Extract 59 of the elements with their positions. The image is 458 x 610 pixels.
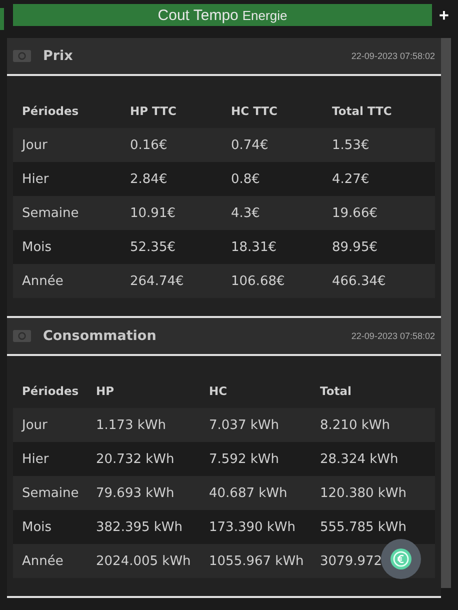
table-cell-text: 52.35€ bbox=[129, 240, 176, 254]
table-cell-text: 120.380 kWh bbox=[319, 486, 407, 500]
subtitle-text: Energie bbox=[242, 8, 288, 22]
table-cell-text: 2024.005 kWh bbox=[95, 554, 192, 568]
table-cell-text: Hier bbox=[21, 452, 50, 466]
column-header: HC TTC bbox=[230, 104, 278, 118]
table-cell-text: 10.91€ bbox=[129, 206, 176, 220]
table-cell-text: Semaine bbox=[21, 206, 80, 220]
table-cell-text: 1055.967 kWh bbox=[208, 554, 305, 568]
euro-icon bbox=[390, 548, 412, 570]
table-cell-text: 19.66€ bbox=[331, 206, 378, 220]
table-cell-text: 89.95€ bbox=[331, 240, 378, 254]
table-cell-text: 8.210 kWh bbox=[319, 418, 390, 432]
table-cell-text: Jour bbox=[20, 418, 48, 432]
panel-title: Prix bbox=[43, 48, 73, 64]
banknote-icon bbox=[13, 50, 31, 62]
table-cell-text: 173.390 kWh bbox=[208, 520, 297, 534]
table-cell-text: 3079.972 bbox=[319, 554, 382, 568]
column-header: HP TTC bbox=[129, 104, 178, 118]
table-cell-text: Jour bbox=[20, 138, 48, 152]
table-cell-text: 1.53€ bbox=[331, 138, 370, 152]
table-cell-text: 2.84€ bbox=[129, 172, 168, 186]
table-cell-text: 382.395 kWh bbox=[95, 520, 184, 534]
table-cell-text: 7.592 kWh bbox=[208, 452, 280, 466]
table-cell-text: 0.8€ bbox=[230, 172, 261, 186]
table-cell-text: Hier bbox=[21, 172, 50, 186]
table-cell-text: 4.27€ bbox=[331, 172, 370, 186]
banknote-icon bbox=[13, 330, 31, 342]
column-header: HC bbox=[208, 384, 228, 398]
panel-title: Consommation bbox=[43, 328, 156, 344]
add-button[interactable]: + bbox=[439, 6, 449, 24]
table-cell-text: 28.324 kWh bbox=[319, 452, 398, 466]
column-header: Total TTC bbox=[331, 104, 392, 118]
table-cell-text: 106.68€ bbox=[230, 274, 286, 288]
table-cell-text: Année bbox=[21, 274, 64, 288]
table-cell-text: Mois bbox=[21, 520, 53, 534]
table-cell-text: 4.3€ bbox=[230, 206, 261, 220]
table-cell-text: 0.16€ bbox=[129, 138, 168, 152]
table-cell-text: 40.687 kWh bbox=[208, 486, 288, 500]
column-header: Périodes bbox=[21, 104, 80, 118]
column-header: Périodes bbox=[21, 384, 80, 398]
table-cell-text: 555.785 kWh bbox=[319, 520, 407, 534]
timestamp: 22-09-2023 07:58:02 bbox=[351, 51, 435, 61]
table-cell-text: Semaine bbox=[21, 486, 80, 500]
timestamp: 22-09-2023 07:58:02 bbox=[351, 331, 435, 341]
title-text: Cout Tempo bbox=[158, 6, 238, 24]
table-cell-text: 466.34€ bbox=[331, 274, 386, 288]
table-cell-text: Mois bbox=[21, 240, 53, 254]
column-header: Total bbox=[319, 384, 352, 398]
table-cell-text: 7.037 kWh bbox=[208, 418, 280, 432]
table-cell-text: Année bbox=[21, 554, 64, 568]
column-header: HP bbox=[95, 384, 116, 398]
scrollbar[interactable] bbox=[441, 38, 451, 588]
table-cell-text: 1.173 kWh bbox=[95, 418, 167, 432]
table-cell-text: 0.74€ bbox=[230, 138, 270, 152]
table-cell-text: 18.31€ bbox=[230, 240, 278, 254]
table-cell-text: 20.732 kWh bbox=[95, 452, 176, 466]
table-cell-text: 264.74€ bbox=[129, 274, 185, 288]
table-cell-text: 79.693 kWh bbox=[95, 486, 176, 500]
